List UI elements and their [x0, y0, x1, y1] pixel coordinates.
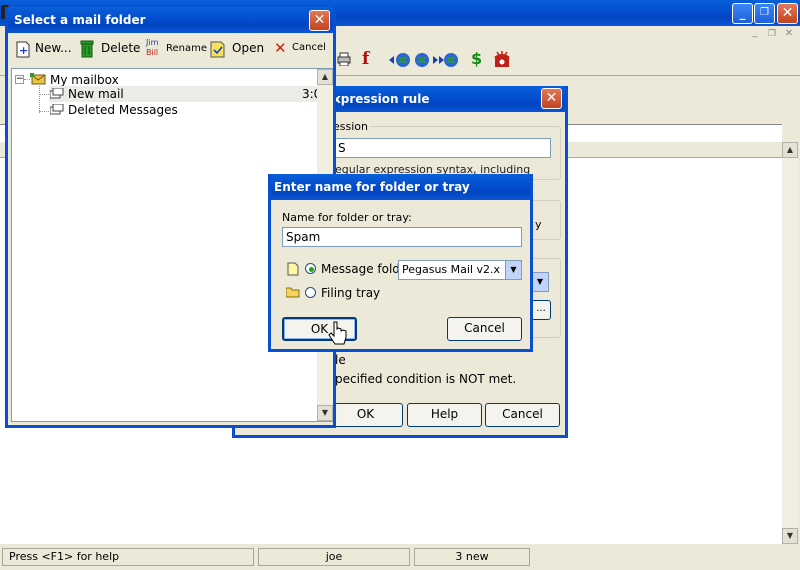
- main-restore-button[interactable]: ❐: [754, 3, 775, 24]
- folder-name-label: Name for folder or tray:: [282, 211, 412, 224]
- globe-left-icon[interactable]: [389, 52, 413, 68]
- new-icon: +: [16, 41, 30, 58]
- mouse-cursor-icon: [328, 320, 348, 348]
- new-folder-label: New...: [35, 41, 72, 55]
- mdi-close-button[interactable]: ✕: [782, 28, 796, 40]
- folder-format-select[interactable]: Pegasus Mail v2.x ▼: [398, 260, 522, 280]
- enter-name-cancel-button[interactable]: Cancel: [447, 317, 522, 341]
- radio-dot: [309, 267, 314, 272]
- enter-name-dialog: Enter name for folder or tray Name for f…: [268, 174, 533, 352]
- tree-dotted-h3: [39, 111, 49, 112]
- cancel-x-icon: ✕: [274, 39, 287, 57]
- scroll-down-arrow[interactable]: ▼: [782, 528, 798, 544]
- phone-icon[interactable]: [493, 51, 511, 68]
- scroll-up-arrow[interactable]: ▲: [317, 69, 333, 85]
- folder-name-input[interactable]: Spam: [282, 227, 522, 247]
- expression-row-text-1: le: [335, 353, 346, 367]
- filing-tray-radio[interactable]: [305, 287, 316, 298]
- expression-group-label: ession: [331, 120, 370, 133]
- tree-dotted-h2: [39, 94, 49, 95]
- expression-input[interactable]: S: [335, 138, 551, 158]
- filing-tray-label[interactable]: Filing tray: [321, 286, 380, 300]
- status-user: joe: [258, 548, 410, 566]
- delete-folder-button[interactable]: Delete: [80, 39, 140, 61]
- rename-folder-button[interactable]: Jim Bill Rename: [142, 38, 208, 62]
- message-folder-radio[interactable]: [305, 263, 316, 274]
- expression-row-text-2: pecified condition is NOT met.: [335, 372, 517, 386]
- globe-icon[interactable]: [413, 52, 431, 68]
- new-folder-button[interactable]: + New...: [16, 39, 74, 61]
- folder-format-value: Pegasus Mail v2.x: [402, 263, 501, 276]
- expression-rule-close-button[interactable]: ✕: [541, 88, 562, 109]
- expression-help-button[interactable]: Help: [407, 403, 482, 427]
- open-icon: [210, 41, 225, 58]
- scroll-up-arrow[interactable]: ▲: [782, 142, 798, 158]
- folder-icon: [285, 286, 300, 298]
- rename-icon-top: Jim: [146, 38, 159, 47]
- status-count: 3 new: [414, 548, 530, 566]
- tree-root-label[interactable]: My mailbox: [50, 73, 119, 87]
- mailbox-icon: [30, 72, 48, 86]
- expression-cancel-button[interactable]: Cancel: [485, 403, 560, 427]
- cancel-folder-label: Cancel: [292, 42, 326, 53]
- document-icon: [287, 262, 299, 276]
- dollar-icon[interactable]: $: [471, 50, 485, 68]
- open-folder-label: Open: [232, 41, 265, 55]
- tree-collapse-toggle[interactable]: −: [15, 75, 24, 84]
- main-close-button[interactable]: ✕: [777, 3, 798, 24]
- cancel-folder-button[interactable]: ✕ Cancel: [274, 39, 330, 61]
- main-minimize-button[interactable]: _: [732, 3, 753, 24]
- enter-name-title: Enter name for folder or tray: [271, 174, 530, 200]
- chevron-down-icon[interactable]: ▼: [505, 261, 521, 279]
- folder-icon: [49, 103, 64, 116]
- delete-folder-label: Delete: [101, 41, 141, 55]
- action-dropdown-arrow[interactable]: ▼: [531, 272, 549, 292]
- mdi-minimize-button[interactable]: _: [748, 28, 762, 40]
- rename-folder-label: Rename: [166, 43, 208, 54]
- status-help: Press <F1> for help: [2, 548, 254, 566]
- rename-icon-bottom: Bill: [146, 48, 159, 57]
- svg-text:+: +: [19, 44, 28, 57]
- trash-icon: [80, 40, 94, 58]
- printer-icon[interactable]: [336, 52, 352, 67]
- main-scrollbar[interactable]: ▲ ▼: [782, 142, 798, 544]
- tree-dotted-v: [39, 86, 40, 113]
- action-browse-button[interactable]: ...: [531, 300, 551, 320]
- tree-item-label[interactable]: New mail: [68, 87, 124, 101]
- match-side-text: y: [535, 218, 542, 231]
- globe-right-icon[interactable]: [433, 52, 459, 68]
- open-folder-button[interactable]: Open: [210, 39, 266, 61]
- mdi-restore-button[interactable]: ❐: [765, 28, 779, 40]
- select-folder-close-button[interactable]: ✕: [309, 10, 330, 31]
- filter-f-icon[interactable]: f: [362, 50, 376, 68]
- rename-icon: Jim Bill: [142, 38, 162, 62]
- folder-icon: [49, 87, 64, 100]
- select-folder-title: Select a mail folder: [8, 7, 333, 33]
- scroll-down-arrow[interactable]: ▼: [317, 405, 333, 421]
- expression-ok-button[interactable]: OK: [328, 403, 403, 427]
- tree-item-label[interactable]: Deleted Messages: [68, 103, 178, 117]
